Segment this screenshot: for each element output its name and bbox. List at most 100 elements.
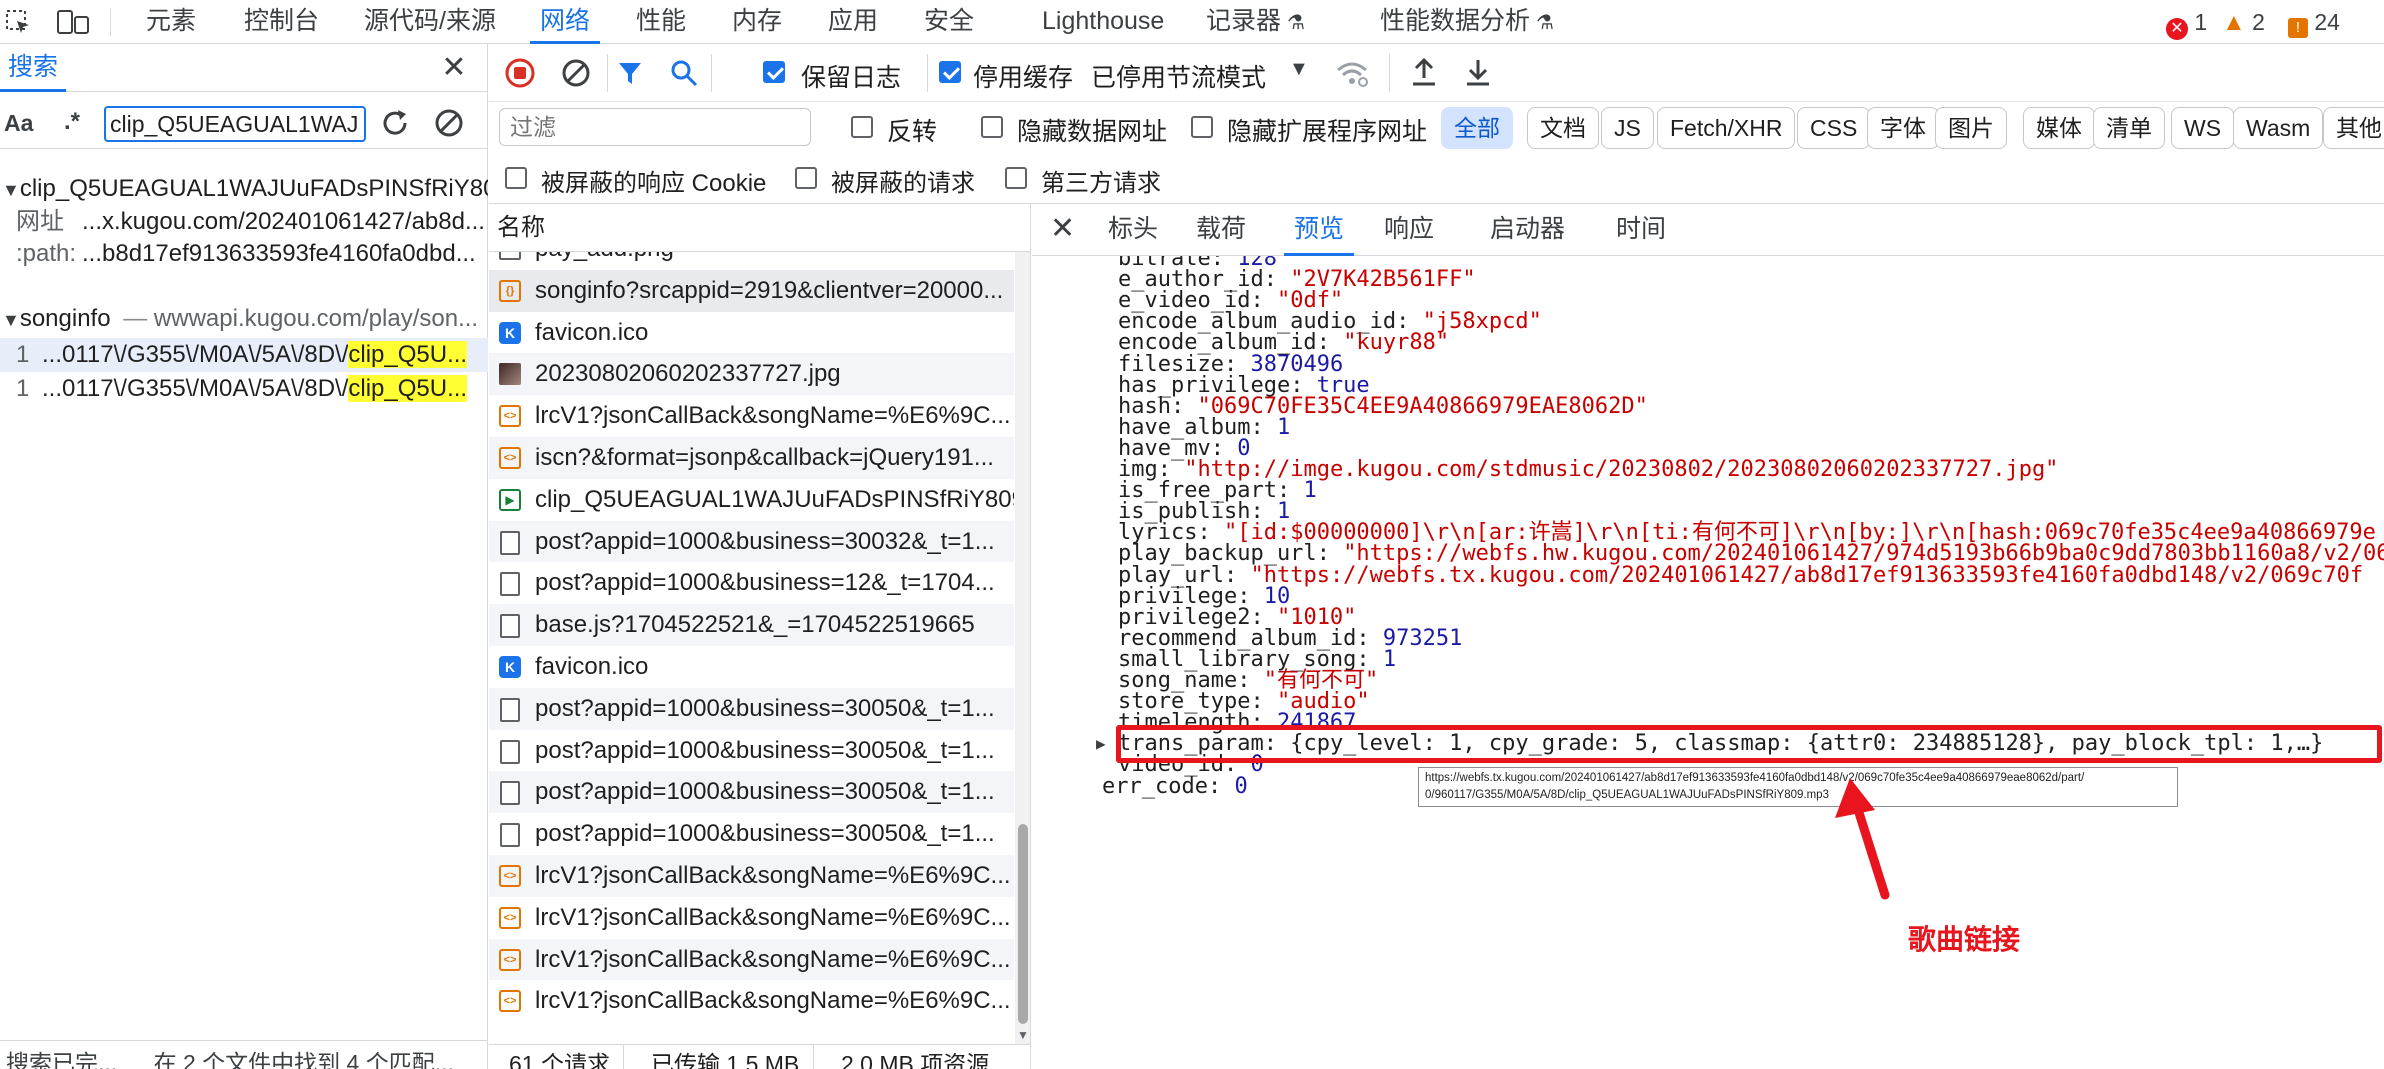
request-name: base.js?1704522521&_=1704522519665 (535, 611, 975, 639)
request-row[interactable]: base.js?1704522521&_=1704522519665 (489, 604, 1014, 647)
search-result-line[interactable]: :path: ...b8d17ef913633593fe4160fa0dbd... (0, 238, 488, 270)
tab-5[interactable]: 性能 (626, 0, 696, 44)
hide-data-urls-checkbox[interactable] (981, 116, 1003, 138)
filter-type-11[interactable]: 其他 (2323, 107, 2384, 149)
filter-type-6[interactable]: 图片 (1935, 107, 2007, 149)
tab-7[interactable]: 应用 (818, 0, 888, 44)
filter-type-css[interactable]: CSS (1797, 107, 1871, 149)
filter-type-5[interactable]: 字体 (1867, 107, 1939, 149)
blocked-requests-checkbox[interactable] (795, 167, 817, 189)
search-result-file[interactable]: ▼songinfo — wwwapi.kugou.com/play/son... (0, 302, 488, 336)
match-case-button[interactable]: Aa (4, 110, 33, 137)
request-row[interactable]: <> lrcV1?jsonCallBack&songName=%E6%9C... (489, 395, 1014, 438)
request-row[interactable]: post?appid=1000&business=30050&_t=1... (489, 771, 1014, 814)
request-row[interactable]: <> iscn?&format=jsonp&callback=jQuery191.… (489, 437, 1014, 479)
request-row[interactable]: {} songinfo?srcappid=2919&clientver=20000… (489, 269, 1014, 312)
info-count[interactable]: ! 24 (2288, 8, 2340, 38)
close-icon[interactable]: ✕ (1050, 212, 1080, 246)
third-party-checkbox[interactable] (1005, 167, 1027, 189)
detail-tab-5[interactable]: 启动器 (1480, 204, 1575, 256)
inspect-element-icon[interactable] (4, 8, 32, 36)
filter-type-[interactable]: 全部 (1441, 107, 1513, 149)
request-row[interactable]: Kfavicon.ico (489, 311, 1014, 354)
request-row[interactable]: <> lrcV1?jsonCallBack&songName=%E6%9C... (489, 855, 1014, 897)
throttle-select[interactable]: 已停用节流模式 (1091, 58, 1266, 94)
scrollbar[interactable]: ▼ (1015, 252, 1030, 1044)
request-row[interactable]: 20230802060202337727.jpg (489, 353, 1014, 396)
request-row[interactable]: <> lrcV1?jsonCallBack&songName=%E6%9C... (489, 980, 1014, 1023)
tab-1[interactable]: 元素 (136, 0, 206, 44)
record-stop-icon[interactable] (505, 58, 535, 88)
warning-count[interactable]: ▲ 2 (2222, 8, 2265, 36)
scroll-down-icon[interactable]: ▼ (1017, 1028, 1029, 1042)
request-detail: ✕ 标头 载荷 预览 响应 启动器 时间 bitrate: 128 e_author_id:… (1032, 204, 2384, 1069)
filter-type-ws[interactable]: WS (2171, 107, 2235, 149)
json-colon: : (1250, 414, 1277, 440)
disable-cache-checkbox[interactable] (939, 61, 961, 83)
filter-type-7[interactable]: 媒体 (2023, 107, 2095, 149)
invert-checkbox[interactable] (851, 116, 873, 138)
request-row[interactable]: <> lrcV1?jsonCallBack&songName=%E6%9C... (489, 938, 1014, 981)
detail-tab-2[interactable]: 载荷 (1186, 204, 1256, 256)
error-count[interactable]: ✕ 1 (2166, 8, 2207, 40)
tab-9[interactable]: Lighthouse (1032, 0, 1174, 44)
clear-log-icon[interactable] (561, 58, 591, 88)
scrollbar-thumb[interactable] (1018, 824, 1028, 1024)
tab-4[interactable]: 网络 (530, 0, 601, 44)
device-toolbar-icon[interactable] (56, 8, 90, 36)
search-result-line[interactable]: 网址 ...x.kugou.com/202401061427/ab8d... (0, 206, 488, 238)
request-row[interactable]: Kfavicon.ico (489, 646, 1014, 688)
network-conditions-icon[interactable] (1335, 58, 1369, 88)
expand-triangle-icon[interactable]: ▶ (1096, 728, 1106, 760)
detail-tab-3[interactable]: 预览 (1284, 204, 1355, 256)
import-har-icon[interactable] (1409, 56, 1439, 88)
search-tab[interactable]: 搜索 (0, 44, 67, 92)
hide-extension-urls-checkbox[interactable] (1191, 116, 1213, 138)
close-icon[interactable]: ✕ (438, 52, 470, 84)
search-input[interactable] (104, 106, 366, 142)
tab-3[interactable]: 源代码/来源 (354, 0, 506, 44)
filter-type-fetchxhr[interactable]: Fetch/XHR (1657, 107, 1796, 149)
blocked-cookies-checkbox[interactable] (505, 167, 527, 189)
request-row[interactable]: post?appid=1000&business=12&_t=1704... (489, 562, 1014, 605)
filter-input[interactable] (499, 108, 811, 146)
detail-tab-6[interactable]: 时间 (1606, 204, 1676, 256)
request-row[interactable]: pay_add.png (489, 252, 1014, 270)
search-status: 搜索已完... 在 2 个文件中找到 4 个匹配... (0, 1046, 488, 1069)
refresh-icon[interactable] (378, 106, 412, 140)
filter-type-js[interactable]: JS (1601, 107, 1654, 149)
detail-tab-1[interactable]: 标头 (1098, 204, 1168, 256)
detail-tab-4[interactable]: 响应 (1374, 204, 1444, 256)
flask-icon: ⚗ (1536, 12, 1554, 34)
filter-type-8[interactable]: 清单 (2093, 107, 2165, 149)
script-file-icon: <> (499, 990, 521, 1013)
request-row[interactable]: <> lrcV1?jsonCallBack&songName=%E6%9C... (489, 896, 1014, 939)
request-row[interactable]: post?appid=1000&business=30050&_t=1... (489, 813, 1014, 856)
preserve-log-checkbox[interactable] (763, 61, 785, 83)
search-result-file[interactable]: ▼clip_Q5UEAGUAL1WAJUuFADsPINSfRiY80... (0, 172, 488, 206)
filter-type-1[interactable]: 文档 (1527, 107, 1599, 149)
search-icon[interactable] (669, 58, 699, 88)
regex-button[interactable]: .* (64, 108, 80, 136)
song-link-annotation: 歌曲链接 (1908, 924, 2021, 955)
tab-10[interactable]: 记录器 ⚗ (1196, 0, 1315, 44)
tab-6[interactable]: 内存 (722, 0, 792, 44)
match-highlight: clip_Q5U... (348, 375, 468, 402)
clear-icon[interactable] (432, 106, 466, 140)
json-property-err-code[interactable]: err_code: 0 (1102, 771, 1248, 803)
request-row[interactable]: post?appid=1000&business=30032&_t=1... (489, 520, 1014, 563)
request-row[interactable]: post?appid=1000&business=30050&_t=1... (489, 729, 1014, 772)
request-row[interactable]: ▶ clip_Q5UEAGUAL1WAJUuFADsPINSfRiY809... (489, 478, 1014, 521)
chevron-down-icon[interactable]: ▼ (1289, 58, 1309, 81)
name-column-header[interactable]: 名称 (489, 204, 1030, 252)
tab-11[interactable]: 性能数据分析 ⚗ (1370, 0, 1564, 44)
json-property-play-url[interactable]: play_url: "https://webfs.tx.kugou.com/20… (1118, 560, 2363, 592)
tab-8[interactable]: 安全 (914, 0, 984, 44)
request-row[interactable]: post?appid=1000&business=30050&_t=1... (489, 687, 1014, 730)
search-result-line[interactable]: 1 ...0117\/G355\/M0A\/5A\/8D\/clip_Q5U... (0, 338, 488, 372)
filter-type-wasm[interactable]: Wasm (2233, 107, 2324, 149)
export-har-icon[interactable] (1463, 56, 1493, 88)
filter-icon[interactable] (615, 58, 645, 88)
tab-2[interactable]: 控制台 (234, 0, 329, 44)
search-result-line[interactable]: 1 ...0117\/G355\/M0A\/5A\/8D\/clip_Q5U... (0, 372, 488, 406)
